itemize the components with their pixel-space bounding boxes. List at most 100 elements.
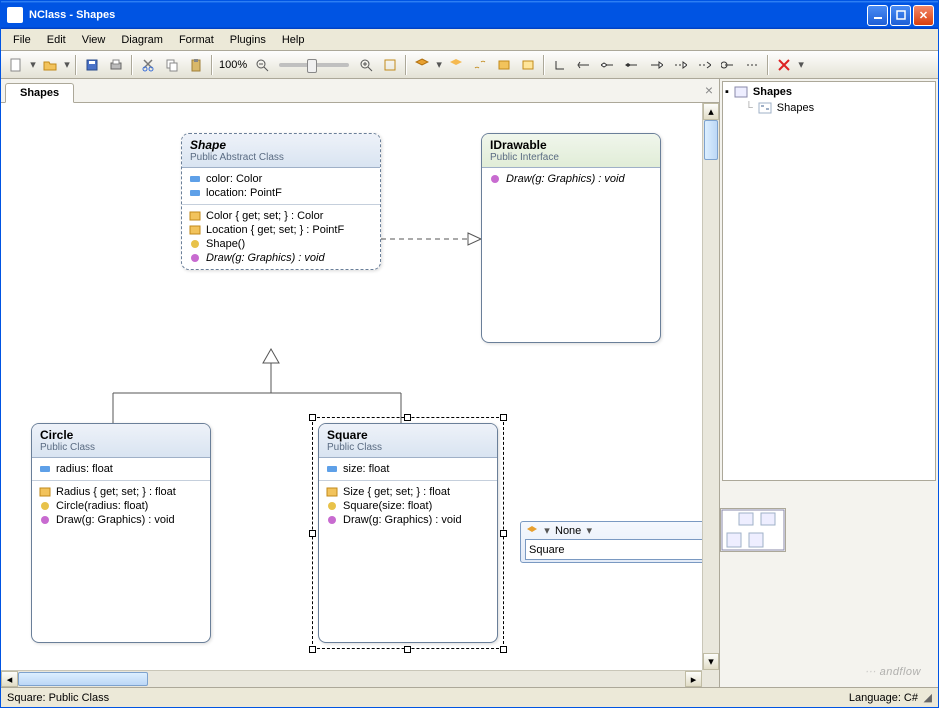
field-icon bbox=[188, 173, 202, 185]
canvas-wrap: Shape Public Abstract Class color: Color… bbox=[1, 103, 719, 687]
resize-handle[interactable] bbox=[309, 530, 316, 537]
rel-inherit-button[interactable] bbox=[645, 54, 667, 76]
member-edit-popup[interactable]: ▾ None▾ ▾ A↓ bbox=[520, 521, 719, 563]
delete-dropdown[interactable]: ▾ bbox=[797, 58, 805, 71]
model-tree[interactable]: ▪ Shapes └ Shapes bbox=[722, 81, 936, 481]
resize-handle[interactable] bbox=[404, 414, 411, 421]
menu-view[interactable]: View bbox=[74, 31, 114, 49]
add-class-dropdown[interactable]: ▾ bbox=[435, 58, 443, 71]
menu-help[interactable]: Help bbox=[274, 31, 313, 49]
resize-handle[interactable] bbox=[500, 530, 507, 537]
rel-depend-button[interactable] bbox=[693, 54, 715, 76]
rel-compo-button[interactable] bbox=[621, 54, 643, 76]
vertical-scrollbar[interactable]: ▴ ▾ bbox=[702, 103, 719, 670]
cut-button[interactable] bbox=[137, 54, 159, 76]
scroll-up-button[interactable]: ▴ bbox=[703, 103, 719, 120]
scroll-corner bbox=[702, 670, 719, 687]
scroll-thumb[interactable] bbox=[704, 120, 718, 160]
rel-aggreg-button[interactable] bbox=[597, 54, 619, 76]
tree-child[interactable]: └ Shapes bbox=[725, 100, 933, 116]
resize-handle[interactable] bbox=[309, 646, 316, 653]
member-text: Draw(g: Graphics) : void bbox=[506, 173, 625, 185]
scroll-down-button[interactable]: ▾ bbox=[703, 653, 719, 670]
minimize-button[interactable] bbox=[867, 5, 888, 26]
class-shape[interactable]: Shape Public Abstract Class color: Color… bbox=[181, 133, 381, 270]
access-dropdown[interactable]: ▾ bbox=[543, 524, 551, 537]
paste-button[interactable] bbox=[185, 54, 207, 76]
menu-file[interactable]: File bbox=[5, 31, 39, 49]
tree-root-label: Shapes bbox=[753, 86, 792, 98]
property-icon bbox=[38, 486, 52, 498]
zoom-value[interactable]: 100% bbox=[217, 59, 249, 71]
menu-format[interactable]: Format bbox=[171, 31, 222, 49]
menu-edit[interactable]: Edit bbox=[39, 31, 74, 49]
access-text[interactable]: None bbox=[555, 525, 581, 537]
zoom-in-button[interactable] bbox=[355, 54, 377, 76]
tab-close-icon[interactable]: × bbox=[705, 83, 713, 97]
class-circle[interactable]: Circle Public Class radius: float Radius… bbox=[31, 423, 211, 643]
name-input[interactable] bbox=[525, 539, 719, 560]
member-text: Radius { get; set; } : float bbox=[56, 486, 176, 498]
add-item2-button[interactable] bbox=[445, 54, 467, 76]
maximize-button[interactable] bbox=[890, 5, 911, 26]
resize-grip-icon[interactable]: ◢ bbox=[918, 691, 932, 704]
rel-corner-button[interactable] bbox=[549, 54, 571, 76]
zoom-out-button[interactable] bbox=[251, 54, 273, 76]
expand-icon[interactable]: ▪ bbox=[725, 86, 729, 98]
tree-root[interactable]: ▪ Shapes bbox=[725, 84, 933, 100]
resize-handle[interactable] bbox=[500, 646, 507, 653]
resize-handle[interactable] bbox=[500, 414, 507, 421]
new-dropdown[interactable]: ▾ bbox=[29, 58, 37, 71]
interface-stereotype: Public Interface bbox=[490, 152, 652, 163]
diagram-canvas[interactable]: Shape Public Abstract Class color: Color… bbox=[1, 103, 699, 679]
scroll-left-button[interactable]: ◂ bbox=[1, 671, 18, 687]
window-title: NClass - Shapes bbox=[29, 9, 115, 21]
resize-handle[interactable] bbox=[404, 646, 411, 653]
diagram-pane: Shapes × bbox=[1, 79, 720, 687]
delete-button[interactable] bbox=[773, 54, 795, 76]
save-button[interactable] bbox=[81, 54, 103, 76]
members-section: Color { get; set; } : Color Location { g… bbox=[182, 205, 380, 269]
selection-outline bbox=[312, 417, 504, 649]
access-icon[interactable] bbox=[525, 525, 539, 537]
status-left: Square: Public Class bbox=[7, 692, 109, 704]
tab-shapes[interactable]: Shapes bbox=[5, 83, 74, 103]
tabstrip: Shapes × bbox=[1, 79, 719, 103]
rel-nest-button[interactable] bbox=[717, 54, 739, 76]
interface-idrawable[interactable]: IDrawable Public Interface Draw(g: Graph… bbox=[481, 133, 661, 343]
menu-diagram[interactable]: Diagram bbox=[113, 31, 171, 49]
rel-realize-button[interactable] bbox=[669, 54, 691, 76]
overview-thumbnail[interactable] bbox=[720, 508, 786, 552]
method-icon bbox=[188, 252, 202, 264]
project-icon bbox=[733, 85, 749, 99]
print-button[interactable] bbox=[105, 54, 127, 76]
add-box2-button[interactable] bbox=[517, 54, 539, 76]
menu-plugins[interactable]: Plugins bbox=[222, 31, 274, 49]
zoom-slider[interactable] bbox=[279, 63, 349, 67]
add-class-button[interactable] bbox=[411, 54, 433, 76]
close-button[interactable]: ✕ bbox=[913, 5, 934, 26]
resize-handle[interactable] bbox=[309, 414, 316, 421]
fields-section: color: Color location: PointF bbox=[182, 168, 380, 205]
scroll-right-button[interactable]: ▸ bbox=[685, 671, 702, 687]
toolbar: ▾ ▾ 100% ▾ ▾ bbox=[1, 51, 938, 79]
access-dropdown2[interactable]: ▾ bbox=[585, 524, 593, 537]
scroll-thumb[interactable] bbox=[18, 672, 148, 686]
rel-comment-button[interactable] bbox=[741, 54, 763, 76]
rel-assoc-button[interactable] bbox=[573, 54, 595, 76]
class-name: Circle bbox=[40, 428, 202, 442]
horizontal-scrollbar[interactable]: ◂ ▸ bbox=[1, 670, 702, 687]
field-text: radius: float bbox=[56, 463, 113, 475]
statusbar: Square: Public Class Language: C# ◢ bbox=[1, 687, 938, 707]
menubar: File Edit View Diagram Format Plugins He… bbox=[1, 29, 938, 51]
open-dropdown[interactable]: ▾ bbox=[63, 58, 71, 71]
member-text: Draw(g: Graphics) : void bbox=[56, 514, 175, 526]
add-link-button[interactable] bbox=[469, 54, 491, 76]
add-box1-button[interactable] bbox=[493, 54, 515, 76]
method-icon bbox=[38, 514, 52, 526]
titlebar[interactable]: NClass - Shapes ✕ bbox=[1, 1, 938, 29]
copy-button[interactable] bbox=[161, 54, 183, 76]
fit-button[interactable] bbox=[379, 54, 401, 76]
open-button[interactable] bbox=[39, 54, 61, 76]
new-button[interactable] bbox=[5, 54, 27, 76]
